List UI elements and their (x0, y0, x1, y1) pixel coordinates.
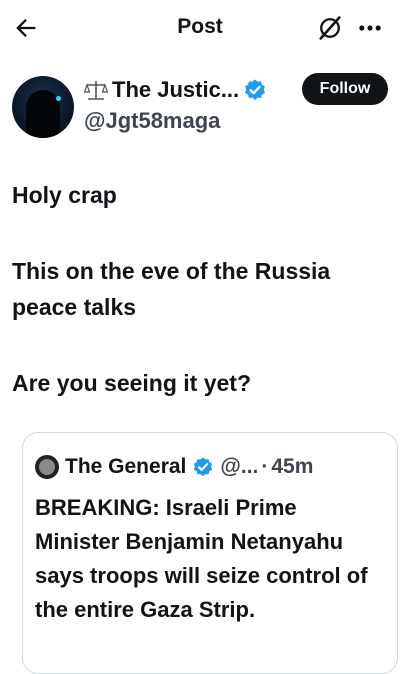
more-horizontal-icon[interactable] (356, 14, 384, 42)
avatar-light (56, 96, 61, 101)
post-text-line: Holy crap (12, 182, 117, 208)
author-name-row[interactable]: The Justic... (84, 76, 267, 104)
post-text-line: peace talks (12, 294, 137, 320)
verified-badge-icon (194, 457, 213, 477)
quoted-author-name: The General (65, 455, 187, 478)
author-avatar[interactable] (12, 76, 74, 138)
top-bar: Post (0, 0, 400, 56)
quoted-post-text: BREAKING: Israeli Prime Minister Benjami… (35, 495, 368, 622)
follow-button[interactable]: Follow (302, 73, 388, 105)
scales-icon (84, 81, 108, 100)
author-display-name: The Justic... (112, 77, 240, 102)
grok-icon[interactable] (316, 14, 344, 42)
quoted-author-avatar (35, 455, 59, 479)
quoted-post-header: The General @... · 45m (65, 453, 313, 481)
post-text-line: Are you seeing it yet? (12, 370, 252, 396)
quoted-avatar-globe (39, 459, 55, 475)
author-handle[interactable]: @Jgt58maga (84, 108, 220, 134)
separator-dot: · (261, 455, 269, 478)
quoted-author-handle: @... (220, 455, 259, 478)
quoted-post-card[interactable]: The General @... · 45m BREAKING: Israeli… (22, 432, 398, 674)
avatar-figure (26, 90, 60, 138)
verified-badge-icon (245, 79, 266, 100)
post-text-line: This on the eve of the Russia (12, 258, 331, 284)
quoted-post-time: 45m (271, 455, 314, 478)
